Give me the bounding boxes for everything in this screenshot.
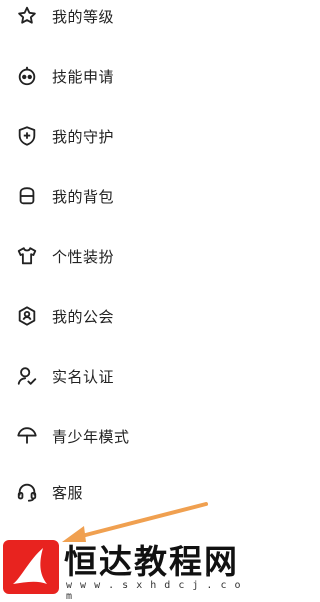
menu-item-label: 我的公会 [52, 307, 115, 326]
menu-item-skill-apply[interactable]: 技能申请 [0, 56, 249, 96]
menu-item-personal-dressup[interactable]: 个性装扮 [0, 236, 249, 276]
watermark-url: w w w . s x h d c j . c o m [66, 580, 242, 602]
shield-plus-icon [15, 124, 39, 148]
user-check-icon [15, 364, 39, 388]
tshirt-icon [15, 244, 39, 268]
watermark-logo-icon [3, 540, 59, 594]
menu-item-label: 技能申请 [52, 67, 115, 86]
menu-item-label: 我的等级 [52, 7, 115, 26]
menu-item-my-guild[interactable]: 我的公会 [0, 296, 249, 336]
menu-item-label: 实名认证 [52, 367, 115, 386]
watermark-dot [206, 573, 208, 575]
menu-item-real-name-verify[interactable]: 实名认证 [0, 356, 249, 396]
menu-item-my-guardian[interactable]: 我的守护 [0, 116, 249, 156]
backpack-icon [15, 184, 39, 208]
umbrella-icon [15, 424, 39, 448]
menu-item-label: 青少年模式 [52, 427, 130, 446]
menu-item-my-level[interactable]: 我的等级 [0, 0, 249, 36]
menu-item-my-backpack[interactable]: 我的背包 [0, 176, 249, 216]
robot-face-icon [15, 64, 39, 88]
star-icon [15, 4, 39, 28]
menu-item-label: 我的守护 [52, 127, 115, 146]
menu-item-teen-mode[interactable]: 青少年模式 [0, 416, 249, 456]
headset-icon [15, 480, 39, 504]
guild-badge-icon [15, 304, 39, 328]
menu-item-label: 个性装扮 [52, 247, 115, 266]
watermark-title: 恒达教程网 [64, 542, 239, 581]
menu-item-label: 我的背包 [52, 187, 115, 206]
